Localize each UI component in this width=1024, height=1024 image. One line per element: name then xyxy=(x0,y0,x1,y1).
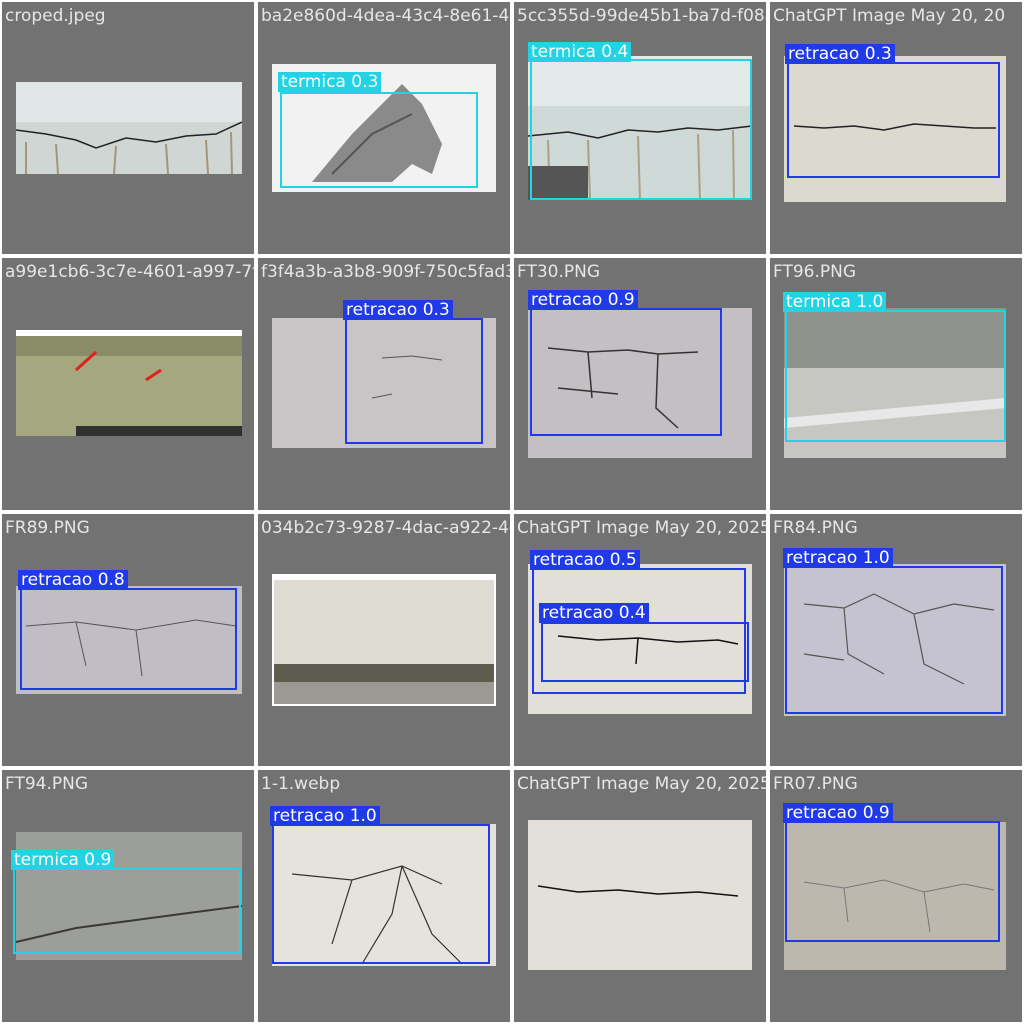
image-filename: FT96.PNG xyxy=(773,262,857,282)
thumbnail-image xyxy=(16,82,242,174)
thumbnail-image xyxy=(272,574,496,706)
thumbnail-image xyxy=(528,820,752,970)
image-tile[interactable]: retracao 0.8 FR89.PNG xyxy=(2,514,254,766)
detection-box-termica[interactable] xyxy=(13,868,241,954)
image-filename: f3f4a3b-a3b8-909f-750c5fad3.jpe xyxy=(261,262,510,282)
image-filename: a99e1cb6-3c7e-4601-a997-7f9343be40792c4 xyxy=(5,262,254,282)
image-tile[interactable]: a99e1cb6-3c7e-4601-a997-7f9343be40792c4 xyxy=(2,258,254,510)
image-tile[interactable]: retracao 0.5 retracao 0.4 ChatGPT Image … xyxy=(514,514,766,766)
image-filename: 034b2c73-9287-4dac-a922-4c3073f59laf3.jp… xyxy=(261,518,510,538)
image-tile[interactable]: croped.jpeg xyxy=(2,2,254,254)
image-tile[interactable]: retracao 1.0 FR84.PNG xyxy=(770,514,1022,766)
detection-label-retracao: retracao 0.9 xyxy=(783,803,893,823)
image-filename: ChatGPT Image May 20, 2025, 04_51_13 PM. xyxy=(517,518,766,538)
detection-box-termica[interactable] xyxy=(785,310,1006,442)
image-filename: FT30.PNG xyxy=(517,262,601,282)
image-tile[interactable]: 034b2c73-9287-4dac-a922-4c3073f59laf3.jp… xyxy=(258,514,510,766)
detection-label-retracao: retracao 1.0 xyxy=(783,548,893,568)
thumbnail-image xyxy=(16,330,242,436)
image-tile[interactable]: retracao 1.0 1-1.webp xyxy=(258,770,510,1022)
detection-label-termica: termica 0.9 xyxy=(11,850,115,870)
detection-box-termica[interactable] xyxy=(280,92,478,188)
image-filename: FR07.PNG xyxy=(773,774,858,794)
image-filename: ba2e860d-4dea-43c4-8e61-46c95a5dc90d.jpe xyxy=(261,6,510,26)
detection-results-grid: croped.jpeg termica 0.3 ba2e860d-4dea-43… xyxy=(0,0,1024,1024)
detection-box-retracao[interactable] xyxy=(785,821,1000,942)
image-filename: ChatGPT Image May 20, 2025, 04_52_27 PM. xyxy=(517,774,766,794)
detection-box-retracao[interactable] xyxy=(20,588,237,690)
detection-box-retracao[interactable] xyxy=(272,824,490,964)
image-filename: 1-1.webp xyxy=(261,774,341,794)
image-tile[interactable]: ChatGPT Image May 20, 2025, 04_52_27 PM. xyxy=(514,770,766,1022)
detection-label-retracao: retracao 0.5 xyxy=(530,550,640,570)
detection-box-retracao[interactable] xyxy=(530,308,722,436)
image-filename: ChatGPT Image May 20, 20 xyxy=(773,6,1006,26)
detection-label-retracao: retracao 0.3 xyxy=(785,44,895,64)
image-filename: FR89.PNG xyxy=(5,518,90,538)
image-tile[interactable]: termica 0.9 FT94.PNG xyxy=(2,770,254,1022)
image-tile[interactable]: termica 0.4 5cc355d-99de45b1-ba7d-f08acb… xyxy=(514,2,766,254)
image-filename: 5cc355d-99de45b1-ba7d-f08acb2764a.jpe xyxy=(517,6,766,26)
image-tile[interactable]: retracao 0.3 ChatGPT Image May 20, 20 xyxy=(770,2,1022,254)
detection-label-retracao: retracao 0.4 xyxy=(539,603,649,623)
detection-box-retracao[interactable] xyxy=(345,318,483,444)
detection-label-retracao: retracao 1.0 xyxy=(270,806,380,826)
detection-box-termica[interactable] xyxy=(530,59,752,200)
image-tile[interactable]: retracao 0.9 FT30.PNG xyxy=(514,258,766,510)
detection-box-retracao[interactable] xyxy=(541,622,749,682)
image-tile[interactable]: retracao 0.3 f3f4a3b-a3b8-909f-750c5fad3… xyxy=(258,258,510,510)
detection-label-retracao: retracao 0.8 xyxy=(18,570,128,590)
image-filename: FR84.PNG xyxy=(773,518,858,538)
detection-label-termica: termica 1.0 xyxy=(783,292,887,312)
image-tile[interactable]: termica 1.0 FT96.PNG xyxy=(770,258,1022,510)
detection-label-retracao: retracao 0.3 xyxy=(343,300,453,320)
detection-box-retracao[interactable] xyxy=(785,566,1003,714)
image-tile[interactable]: termica 0.3 ba2e860d-4dea-43c4-8e61-46c9… xyxy=(258,2,510,254)
image-tile[interactable]: retracao 0.9 FR07.PNG xyxy=(770,770,1022,1022)
image-filename: croped.jpeg xyxy=(5,6,106,26)
detection-label-termica: termica 0.4 xyxy=(528,42,632,62)
detection-box-retracao[interactable] xyxy=(787,62,1000,178)
image-filename: FT94.PNG xyxy=(5,774,89,794)
detection-label-retracao: retracao 0.9 xyxy=(528,290,638,310)
detection-label-termica: termica 0.3 xyxy=(278,72,382,92)
